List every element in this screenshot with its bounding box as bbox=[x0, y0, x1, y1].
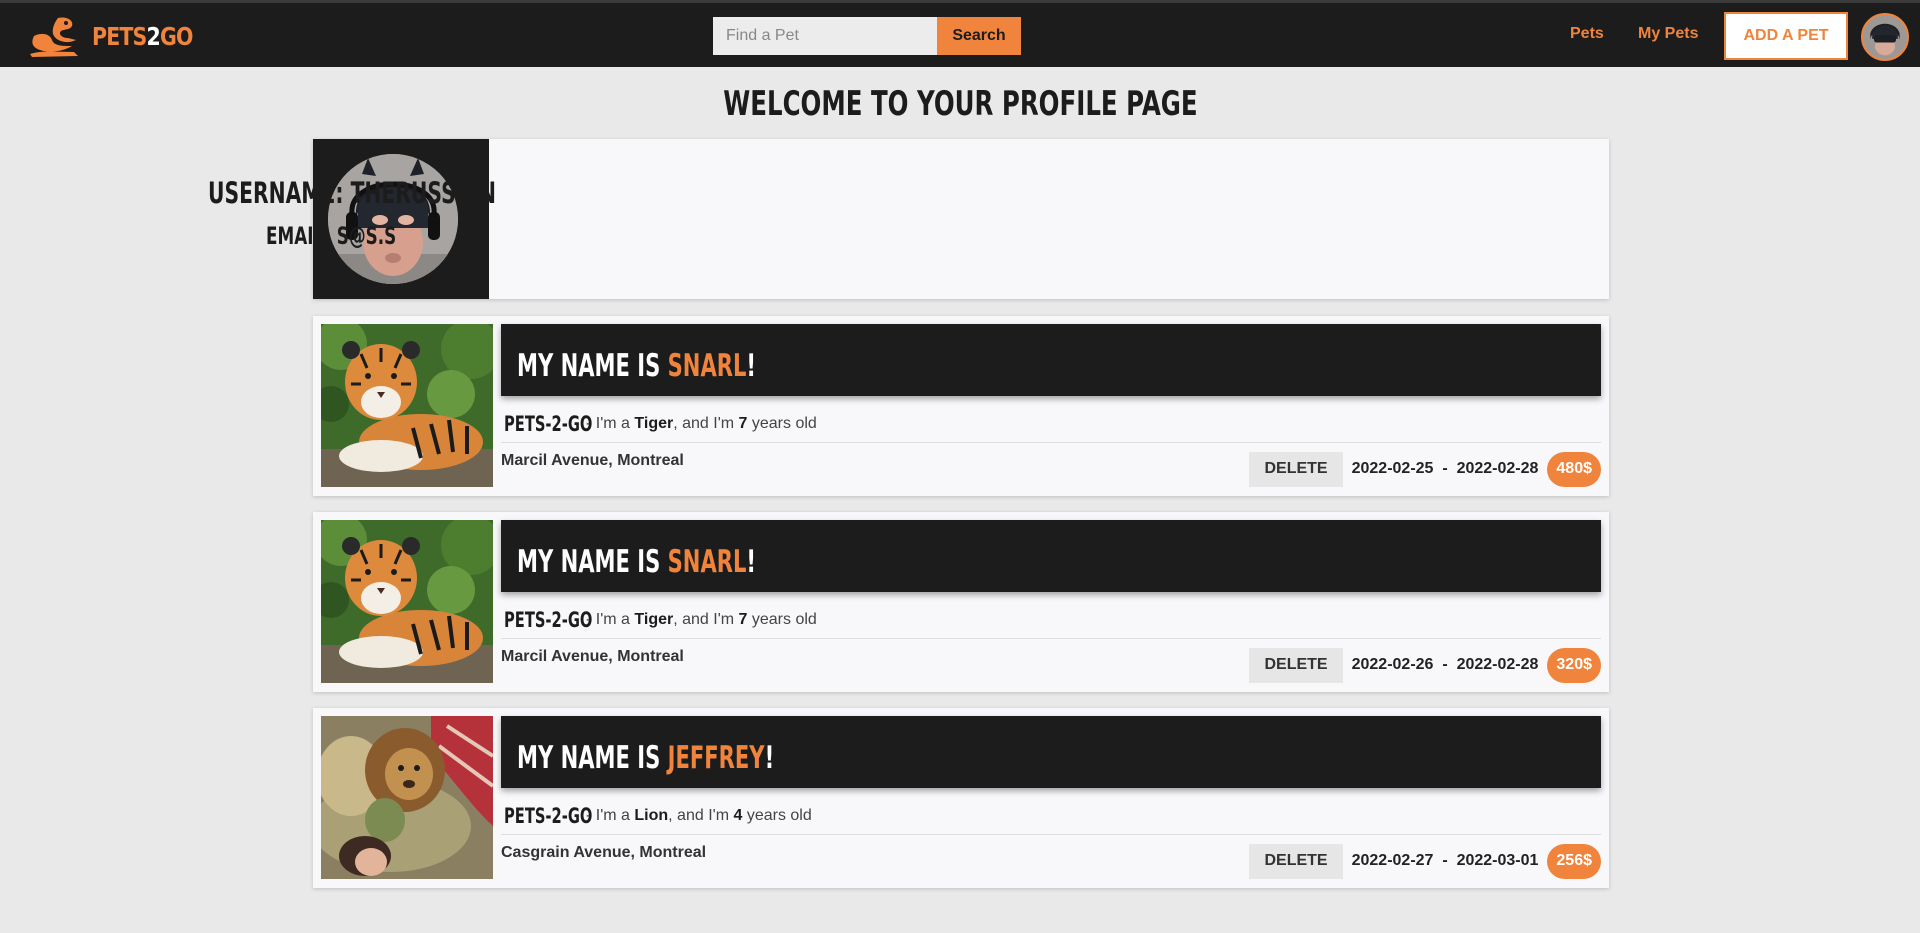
user-avatar[interactable] bbox=[1861, 13, 1909, 61]
profile-card bbox=[313, 139, 1609, 299]
end-date: 2022-03-01 bbox=[1456, 852, 1539, 869]
pet-card: My name is Snarl! PETS-2-GO - I'm a Tige… bbox=[313, 316, 1609, 496]
search-button[interactable]: Search bbox=[937, 17, 1021, 55]
pet-description: - I'm a Lion, and I'm 4 years old bbox=[586, 807, 812, 824]
delete-button[interactable]: DELETE bbox=[1249, 843, 1343, 879]
page-title: Welcome to your profile page bbox=[722, 84, 1198, 124]
search-input[interactable] bbox=[713, 17, 937, 55]
price-badge: 320$ bbox=[1547, 647, 1601, 683]
profile-photo bbox=[328, 154, 458, 284]
pet-brand: PETS-2-GO bbox=[504, 804, 593, 828]
price-badge: 256$ bbox=[1547, 843, 1601, 879]
pet-info: PETS-2-GO - I'm a Tiger, and I'm 7 years… bbox=[504, 410, 817, 438]
delete-button[interactable]: DELETE bbox=[1249, 647, 1343, 683]
divider bbox=[501, 834, 1601, 835]
date-range: 2022-02-27 - 2022-03-01 bbox=[1351, 852, 1539, 869]
email-value: s@s.s bbox=[336, 222, 397, 250]
nav-link-pets[interactable]: Pets bbox=[1570, 25, 1604, 43]
username-label: Username: bbox=[208, 176, 344, 210]
divider bbox=[501, 442, 1601, 443]
start-date: 2022-02-26 bbox=[1351, 656, 1434, 673]
avatar-icon bbox=[1863, 15, 1907, 59]
pet-description: - I'm a Tiger, and I'm 7 years old bbox=[586, 415, 817, 432]
pet-name-banner: My name is Snarl! bbox=[501, 324, 1601, 396]
top-navbar: PETS2GO Search Pets My Pets ADD A PET bbox=[0, 0, 1920, 67]
end-date: 2022-02-28 bbox=[1456, 656, 1539, 673]
pet-name-heading: My name is Snarl! bbox=[517, 544, 757, 580]
pet-name-heading: My name is Jeffrey! bbox=[517, 740, 775, 776]
tiger-photo bbox=[321, 520, 493, 683]
pet-card: My name is Snarl! PETS-2-GO - I'm a Tige… bbox=[313, 512, 1609, 692]
start-date: 2022-02-27 bbox=[1351, 852, 1434, 869]
pet-name: Snarl bbox=[667, 544, 747, 580]
profile-username: Username: TheRussian bbox=[208, 176, 619, 211]
profile-email: Email: s@s.s bbox=[266, 222, 452, 251]
pet-species: Lion bbox=[634, 807, 669, 824]
pet-location: Marcil Avenue, Montreal bbox=[501, 648, 684, 665]
add-a-pet-button[interactable]: ADD A PET bbox=[1724, 12, 1848, 60]
pet-logo-icon bbox=[30, 17, 78, 57]
pet-species: Tiger bbox=[634, 415, 674, 432]
lion-photo bbox=[321, 716, 493, 879]
date-range: 2022-02-25 - 2022-02-28 bbox=[1351, 460, 1539, 477]
end-date: 2022-02-28 bbox=[1456, 460, 1539, 477]
email-label: Email: bbox=[266, 222, 331, 250]
home-logo-link[interactable]: PETS2GO bbox=[28, 13, 215, 59]
start-date: 2022-02-25 bbox=[1351, 460, 1434, 477]
pet-name-heading: My name is Snarl! bbox=[517, 348, 757, 384]
date-range: 2022-02-26 - 2022-02-28 bbox=[1351, 656, 1539, 673]
delete-button[interactable]: DELETE bbox=[1249, 451, 1343, 487]
pet-location: Marcil Avenue, Montreal bbox=[501, 452, 684, 469]
pet-name: Snarl bbox=[667, 348, 747, 384]
username-value: TheRussian bbox=[350, 176, 496, 210]
pet-name-banner: My name is Jeffrey! bbox=[501, 716, 1601, 788]
pet-actions: DELETE 2022-02-25 - 2022-02-28 480$ bbox=[1249, 451, 1601, 487]
pet-card: My name is Jeffrey! PETS-2-GO - I'm a Li… bbox=[313, 708, 1609, 888]
pet-info: PETS-2-GO - I'm a Tiger, and I'm 7 years… bbox=[504, 606, 817, 634]
pet-species: Tiger bbox=[634, 611, 674, 628]
pet-actions: DELETE 2022-02-26 - 2022-02-28 320$ bbox=[1249, 647, 1601, 683]
pet-name-banner: My name is Snarl! bbox=[501, 520, 1601, 592]
divider bbox=[501, 638, 1601, 639]
pet-name: Jeffrey bbox=[667, 740, 765, 776]
pet-brand: PETS-2-GO bbox=[504, 412, 593, 436]
pet-brand: PETS-2-GO bbox=[504, 608, 593, 632]
pet-description: - I'm a Tiger, and I'm 7 years old bbox=[586, 611, 817, 628]
logo-text: PETS2GO bbox=[92, 21, 193, 51]
search-bar: Search bbox=[713, 17, 1021, 55]
pet-info: PETS-2-GO - I'm a Lion, and I'm 4 years … bbox=[504, 802, 812, 830]
tiger-photo bbox=[321, 324, 493, 487]
price-badge: 480$ bbox=[1547, 451, 1601, 487]
nav-link-my-pets[interactable]: My Pets bbox=[1638, 25, 1698, 43]
pet-actions: DELETE 2022-02-27 - 2022-03-01 256$ bbox=[1249, 843, 1601, 879]
profile-photo-frame bbox=[313, 139, 489, 299]
pet-location: Casgrain Avenue, Montreal bbox=[501, 844, 707, 861]
